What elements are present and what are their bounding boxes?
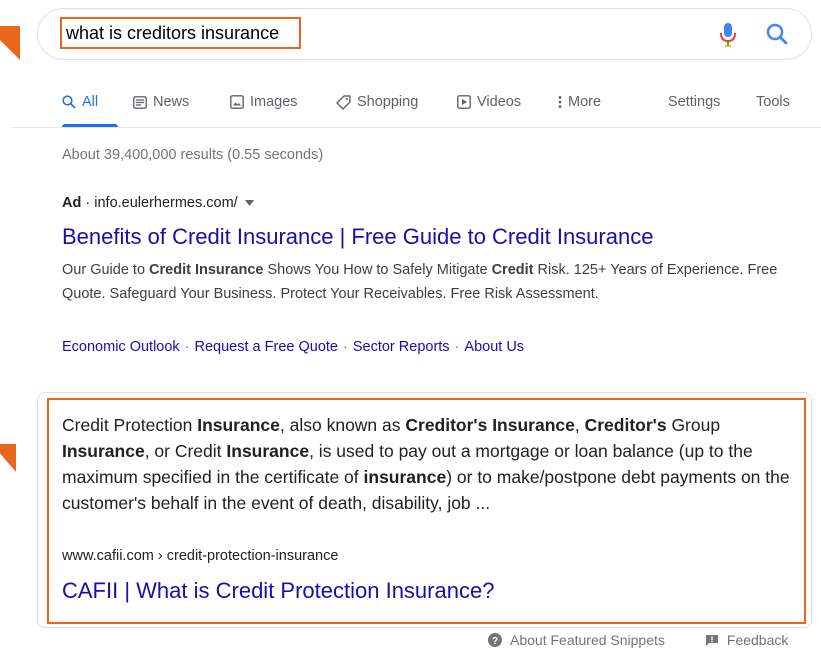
settings-link[interactable]: Settings: [668, 90, 720, 114]
tools-link[interactable]: Tools: [756, 90, 790, 114]
tools-label: Tools: [756, 94, 790, 110]
search-bar[interactable]: what is creditors insurance: [37, 8, 812, 60]
snippet-bold-term: Creditor's Insurance: [405, 415, 575, 435]
tab-label: All: [82, 94, 99, 110]
feedback-label: Feedback: [726, 632, 789, 648]
snippet-text-segment: Credit Protection: [62, 415, 198, 435]
result-stats: About 39,400,000 results (0.55 seconds): [62, 147, 324, 163]
tab-all[interactable]: All: [62, 90, 98, 114]
sitelink-economic-outlook[interactable]: Economic Outlook: [62, 339, 180, 355]
tab-label: Images: [250, 94, 298, 110]
image-icon: [230, 95, 244, 109]
tab-shopping[interactable]: Shopping: [336, 90, 418, 114]
feedback-link[interactable]: Feedback: [705, 632, 788, 648]
ad-dot: ·: [85, 195, 91, 211]
tab-label: More: [568, 94, 602, 110]
snippet-bold-term: Creditor's: [584, 415, 667, 435]
tab-label: News: [153, 94, 190, 110]
tab-label: Videos: [477, 94, 522, 110]
tabs-divider: [12, 127, 821, 128]
tag-icon: [336, 94, 351, 110]
tab-label: Shopping: [357, 94, 419, 110]
settings-label: Settings: [668, 94, 721, 110]
play-icon: [457, 95, 471, 109]
search-tabs: All News Images Shopping Videos More Set…: [62, 90, 802, 128]
help-icon: ?: [488, 633, 502, 647]
tab-videos[interactable]: Videos: [457, 90, 521, 114]
tab-more[interactable]: More: [558, 90, 601, 114]
feedback-icon: [705, 634, 718, 646]
ad-title-link[interactable]: Benefits of Credit Insurance | Free Guid…: [62, 224, 653, 250]
svg-text:?: ?: [492, 636, 498, 647]
microphone-icon[interactable]: [718, 21, 738, 49]
ad-sitelinks: Economic Outlook · Request a Free Quote · Se…: [62, 339, 525, 355]
snippet-title-link[interactable]: CAFII | What is Credit Protection Insura…: [62, 578, 494, 604]
snippet-bold-term: Insurance: [226, 441, 310, 461]
search-icon: [62, 95, 76, 109]
snippet-text-segment: Group: [666, 415, 721, 435]
sitelink-request-quote[interactable]: Request a Free Quote: [195, 339, 338, 355]
snippet-bold-term: Insurance: [197, 415, 280, 435]
snippet-text-segment: , or Credit: [144, 441, 227, 461]
ad-description: Our Guide to Credit Insurance Shows You …: [62, 262, 778, 302]
snippet-bold-term: Insurance: [62, 441, 145, 461]
ad-badge: Ad: [62, 195, 82, 211]
ad-url[interactable]: info.eulerhermes.com/: [94, 195, 237, 211]
search-icon[interactable]: [766, 23, 788, 45]
about-featured-snippets[interactable]: ? About Featured Snippets: [488, 632, 665, 648]
about-label: About Featured Snippets: [510, 632, 665, 648]
tab-images[interactable]: Images: [230, 90, 298, 114]
snippet-text: Credit Protection Insurance, also known …: [62, 412, 802, 516]
snippet-text-segment: ,: [574, 415, 585, 435]
news-icon: [133, 95, 147, 109]
caret-down-icon[interactable]: [244, 200, 254, 207]
annotation-arrow-bottom: [0, 444, 16, 472]
search-input[interactable]: what is creditors insurance: [60, 17, 301, 49]
snippet-footer: ? About Featured Snippets Feedback: [488, 632, 788, 648]
annotation-arrow-top: [0, 26, 20, 60]
snippet-url[interactable]: www.cafii.com › credit-protection-insura…: [62, 548, 338, 564]
tab-news[interactable]: News: [133, 90, 189, 114]
ad-header: Ad · info.eulerhermes.com/: [62, 195, 254, 211]
snippet-text-segment: , also known as: [279, 415, 406, 435]
snippet-bold-term: insurance: [363, 467, 447, 487]
more-vert-icon: [558, 96, 562, 108]
sitelink-about-us[interactable]: About Us: [464, 339, 524, 355]
sitelink-sector-reports[interactable]: Sector Reports: [353, 339, 450, 355]
